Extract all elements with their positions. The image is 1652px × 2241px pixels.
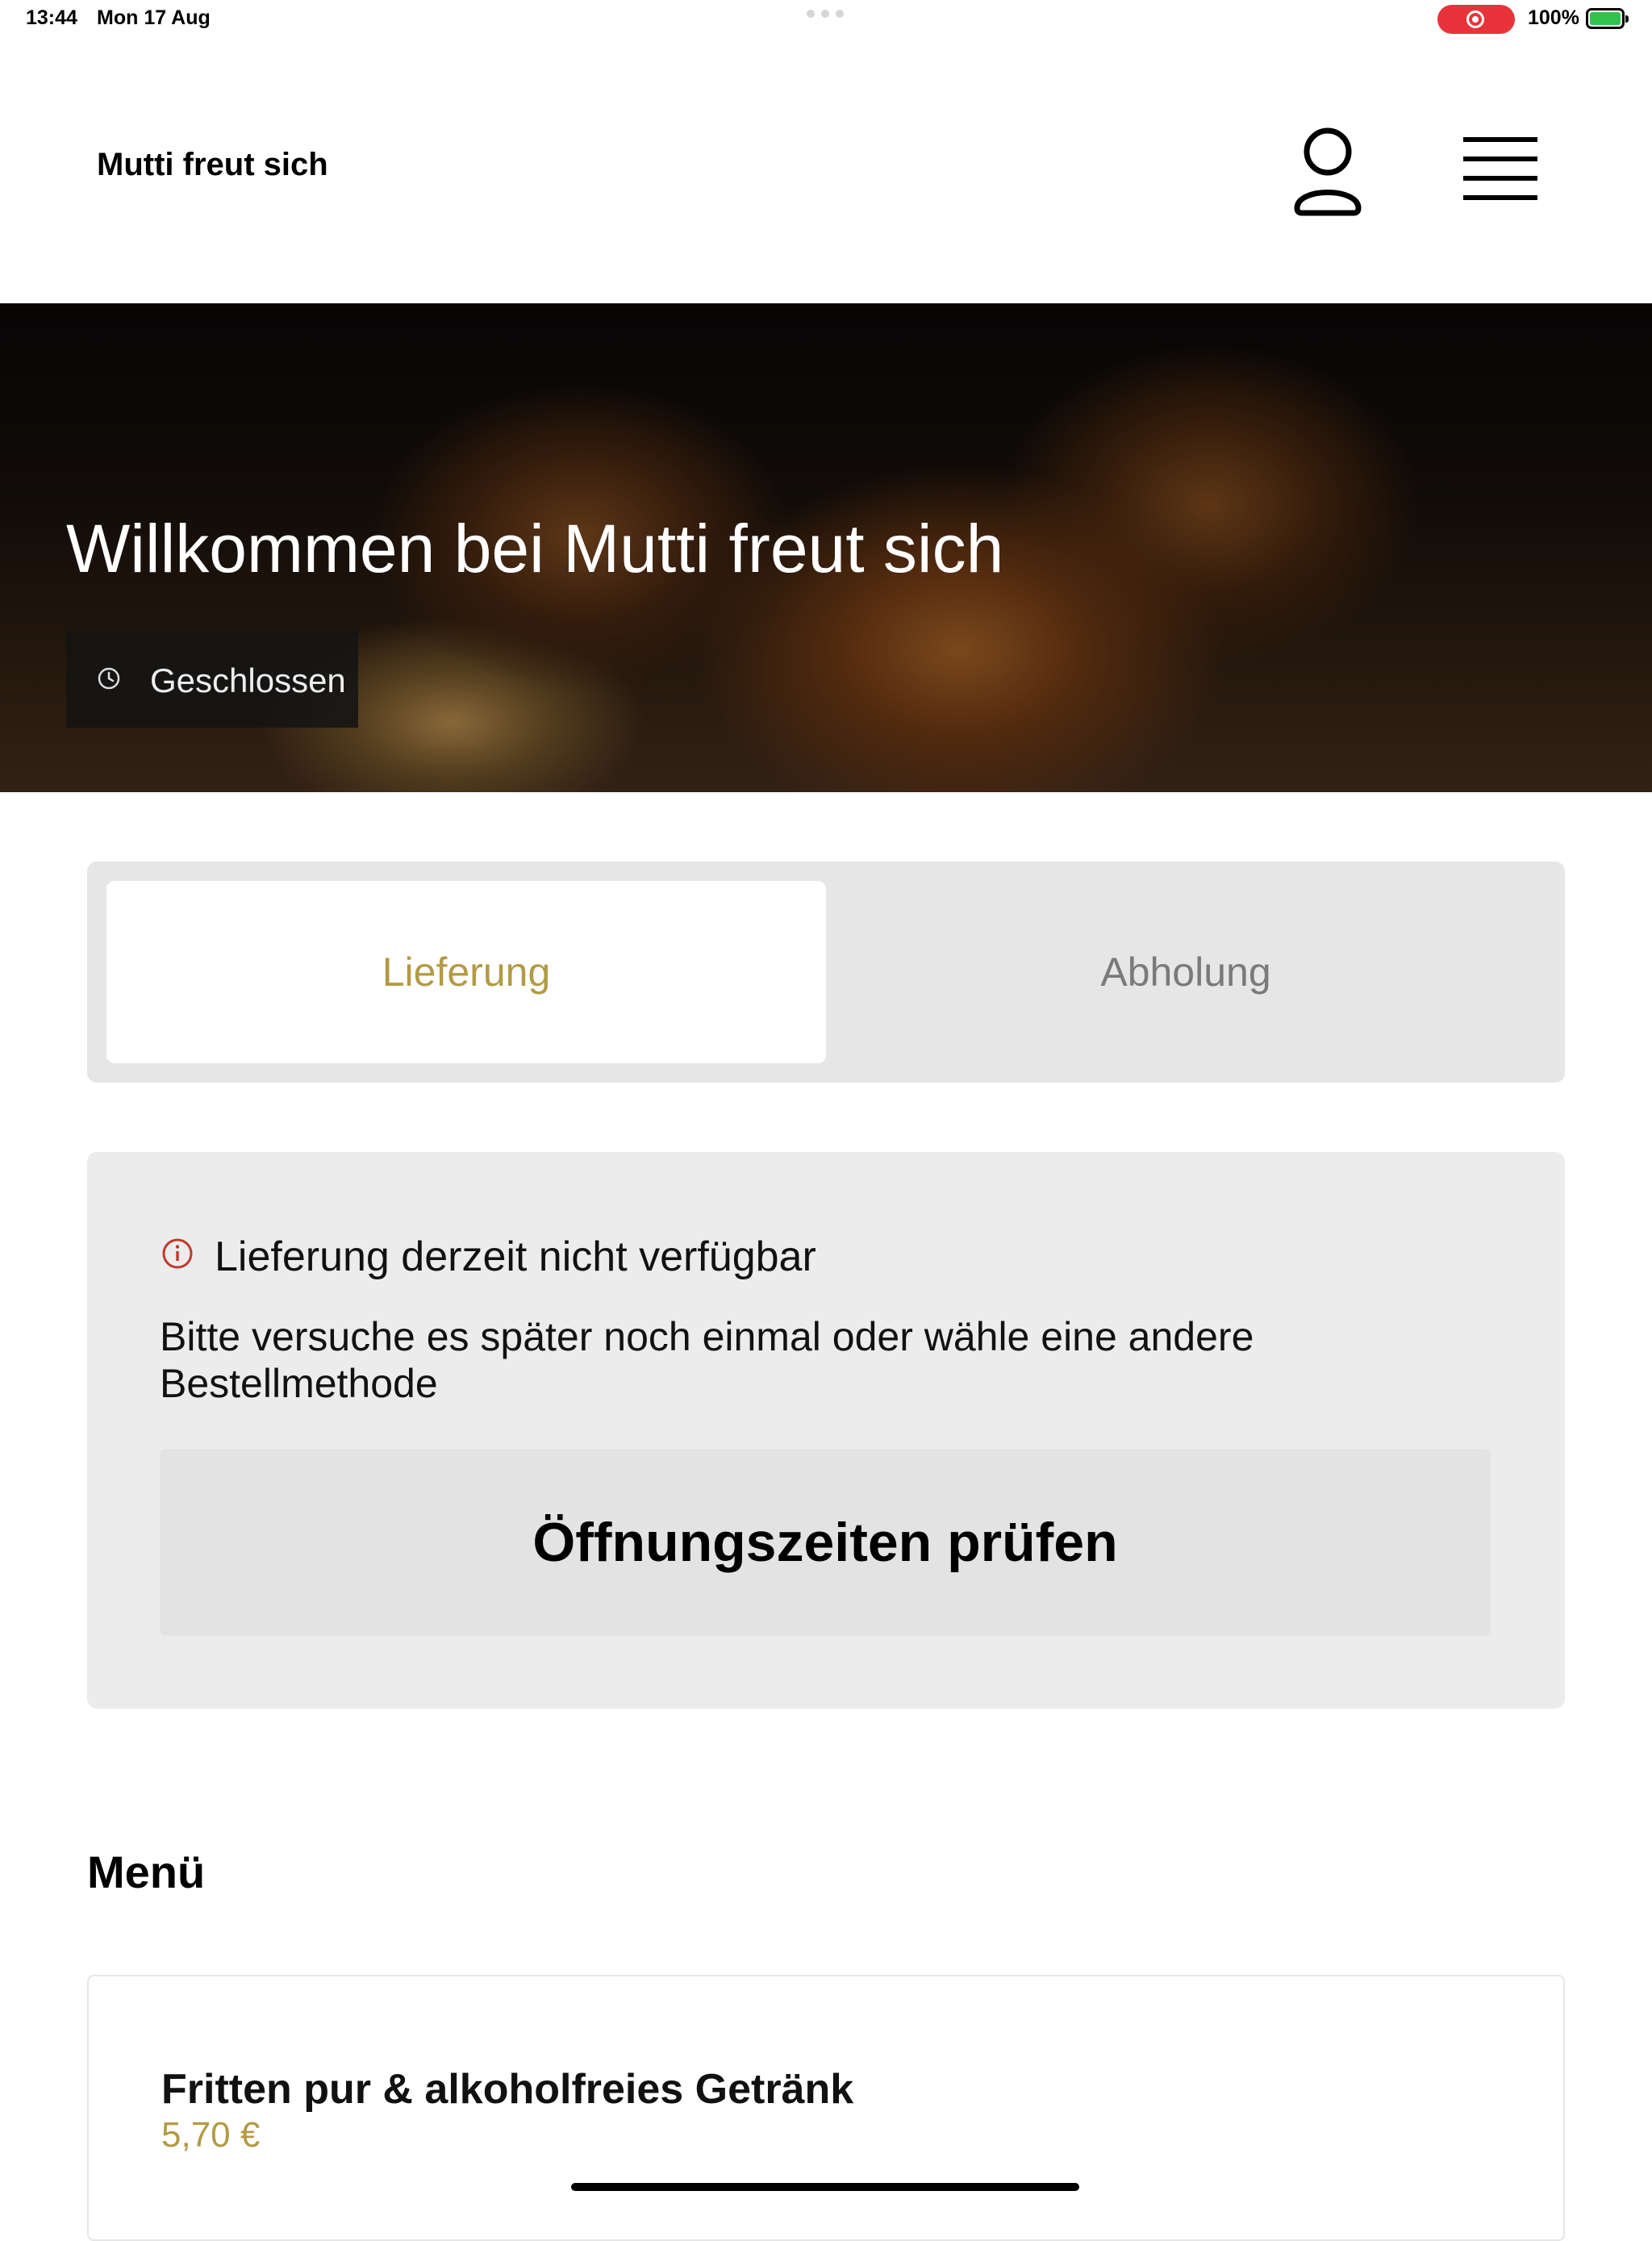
home-indicator[interactable]	[571, 2183, 1079, 2191]
check-opening-hours-button[interactable]: Öffnungszeiten prüfen	[160, 1449, 1491, 1636]
delivery-unavailable-notice: Lieferung derzeit nicht verfügbar Bitte …	[87, 1152, 1565, 1709]
tab-delivery[interactable]: Lieferung	[106, 881, 826, 1063]
battery-icon	[1586, 8, 1629, 29]
menu-button[interactable]	[1460, 132, 1541, 205]
clock-icon	[98, 667, 120, 690]
status-date: Mon 17 Aug	[97, 6, 211, 29]
status-time: 13:44	[26, 6, 77, 29]
battery-percentage: 100%	[1528, 6, 1579, 29]
multitasking-dots-icon[interactable]	[807, 10, 845, 21]
menu-heading: Menü	[87, 1847, 206, 1897]
order-method-switch: Lieferung Abholung	[87, 862, 1565, 1083]
hero-banner: Willkommen bei Mutti freut sich Geschlos…	[0, 303, 1652, 792]
hamburger-menu-icon	[1463, 137, 1537, 200]
menu-item-card[interactable]: Fritten pur & alkoholfreies Getränk 5,70…	[87, 1975, 1565, 2241]
notice-title: Lieferung derzeit nicht verfügbar	[215, 1233, 816, 1280]
hero-title: Willkommen bei Mutti freut sich	[66, 511, 1004, 586]
user-icon	[1294, 127, 1362, 216]
brand-name[interactable]: Mutti freut sich	[97, 147, 328, 183]
notice-body: Bitte versuche es später noch einmal ode…	[160, 1314, 1254, 1406]
tab-pickup[interactable]: Abholung	[826, 881, 1546, 1063]
account-button[interactable]	[1287, 124, 1368, 221]
status-badge: Geschlossen	[66, 631, 358, 728]
screen-recording-indicator[interactable]	[1437, 5, 1515, 34]
menu-item-price: 5,70 €	[161, 2115, 261, 2155]
info-icon	[162, 1238, 193, 1269]
menu-item-name: Fritten pur & alkoholfreies Getränk	[161, 2066, 854, 2113]
status-bar: 13:44 Mon 17 Aug 100%	[0, 0, 1652, 39]
record-icon	[1466, 10, 1484, 28]
status-text: Geschlossen	[150, 661, 346, 699]
